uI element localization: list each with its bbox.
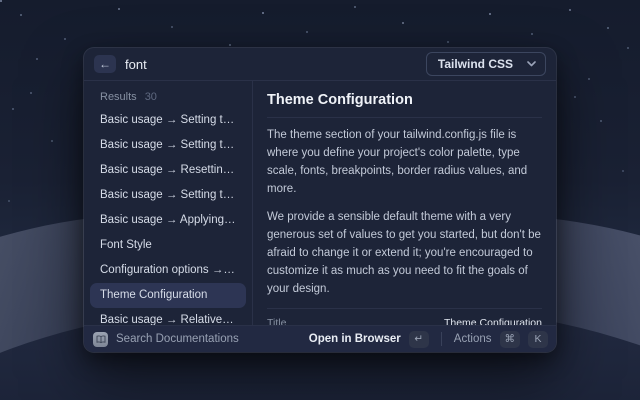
list-item[interactable]: Theme Configuration bbox=[90, 283, 246, 308]
results-header: Results 30 bbox=[90, 85, 246, 108]
results-label: Results bbox=[100, 91, 137, 103]
k-key-badge: K bbox=[528, 331, 548, 348]
results-sidebar: Results 30 Basic usage → Setting the fon… bbox=[84, 81, 253, 325]
metadata-value: Theme Configuration bbox=[444, 317, 542, 325]
documentation-book-icon bbox=[93, 332, 108, 347]
detail-panel: Theme Configuration The theme section of… bbox=[253, 81, 556, 325]
metadata-divider bbox=[267, 308, 542, 309]
window-content: Results 30 Basic usage → Setting the fon… bbox=[84, 81, 556, 325]
open-in-browser-button[interactable]: Open in Browser bbox=[309, 333, 401, 345]
starfield-background bbox=[0, 0, 2, 2]
metadata-row: Title Theme Configuration bbox=[267, 313, 542, 325]
search-documentations-window: ← font Tailwind CSS Results 30 Basic usa… bbox=[84, 48, 556, 352]
list-item[interactable]: Basic usage → Setting the font size bbox=[90, 133, 246, 158]
title-divider bbox=[267, 117, 542, 118]
results-count: 30 bbox=[145, 91, 157, 103]
footer-bar: Search Documentations Open in Browser ↵ … bbox=[84, 325, 556, 352]
metadata-section: TitleTheme ConfigurationLanguageenScore1… bbox=[267, 308, 542, 325]
search-bar: ← font Tailwind CSS bbox=[84, 48, 556, 81]
list-item[interactable]: Configuration options → Theme bbox=[90, 258, 246, 283]
list-item[interactable]: Basic usage → Setting the font weight bbox=[90, 183, 246, 208]
command-key-badge: ⌘ bbox=[500, 331, 521, 348]
back-arrow-icon: ← bbox=[99, 58, 111, 70]
back-button[interactable]: ← bbox=[94, 55, 116, 73]
app-name-label: Search Documentations bbox=[116, 333, 239, 345]
list-item[interactable]: Basic usage → Applying font smooth... bbox=[90, 208, 246, 233]
list-item[interactable]: Basic usage → Relative line-heights bbox=[90, 308, 246, 325]
description-paragraph: The theme section of your tailwind.confi… bbox=[267, 127, 542, 199]
page-title: Theme Configuration bbox=[267, 92, 542, 108]
source-dropdown-value: Tailwind CSS bbox=[438, 57, 513, 71]
list-item[interactable]: Basic usage → Setting the font family bbox=[90, 108, 246, 133]
list-item[interactable]: Basic usage → Resetting numeric fo... bbox=[90, 158, 246, 183]
actions-button[interactable]: Actions bbox=[454, 333, 492, 345]
return-key-badge: ↵ bbox=[409, 331, 429, 348]
list-item[interactable]: Font Style bbox=[90, 233, 246, 258]
metadata-label: Title bbox=[267, 317, 286, 325]
source-dropdown[interactable]: Tailwind CSS bbox=[426, 52, 546, 76]
footer-divider bbox=[441, 332, 442, 346]
description-paragraph: We provide a sensible default theme with… bbox=[267, 209, 542, 299]
results-list: Basic usage → Setting the font familyBas… bbox=[90, 108, 246, 325]
detail-paragraphs: The theme section of your tailwind.confi… bbox=[267, 127, 542, 298]
search-input[interactable]: font bbox=[125, 57, 417, 72]
chevron-down-icon bbox=[527, 61, 536, 67]
